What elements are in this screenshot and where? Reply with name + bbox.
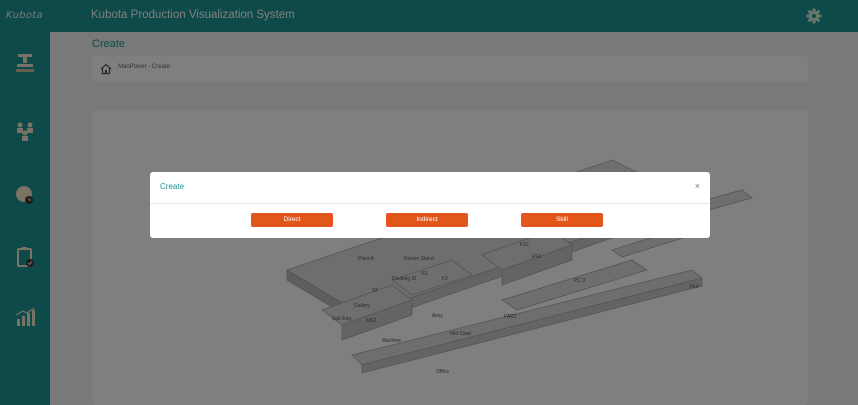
modal-divider xyxy=(150,203,710,204)
skill-button[interactable]: Skill xyxy=(521,213,603,227)
close-icon[interactable]: × xyxy=(695,181,700,191)
modal-title: Create xyxy=(160,182,185,191)
direct-button[interactable]: Direct xyxy=(251,213,333,227)
create-modal: Create × Direct Indirect Skill xyxy=(150,172,710,238)
indirect-button[interactable]: Indirect xyxy=(386,213,468,227)
